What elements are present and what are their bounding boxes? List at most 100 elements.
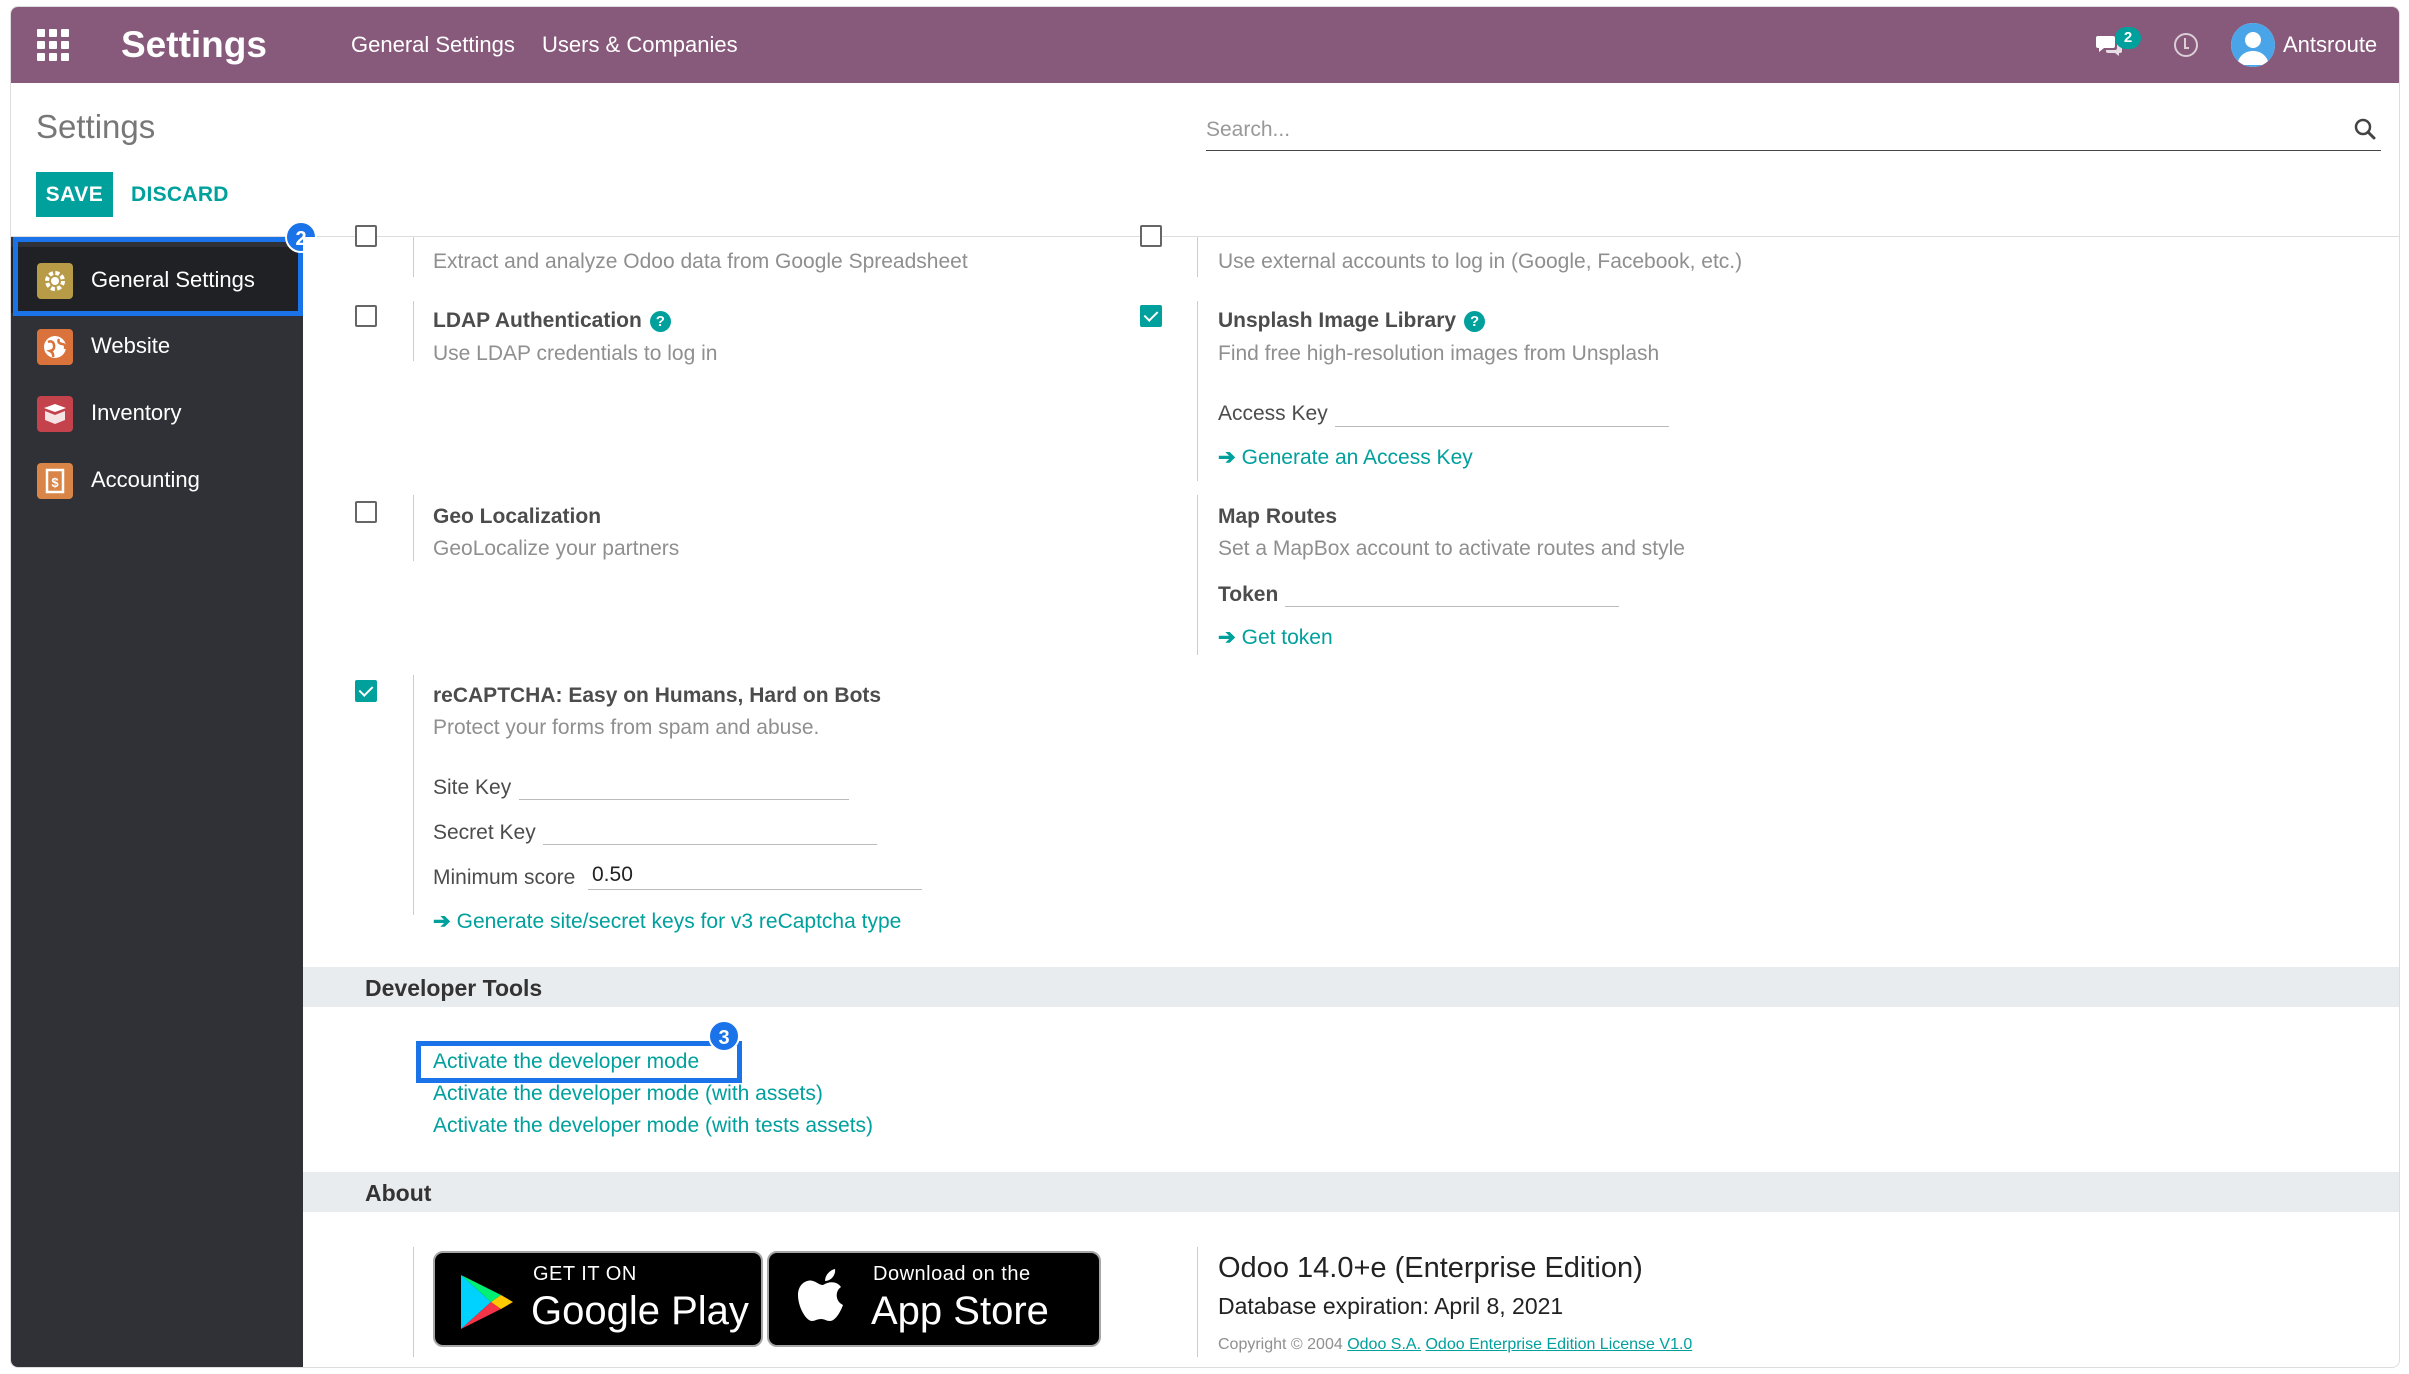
setting-divider [413,675,414,915]
license-link[interactable]: Odoo Enterprise Edition License V1.0 [1425,1336,1692,1353]
oauth-checkbox[interactable] [1140,225,1162,247]
sidebar-item-website[interactable]: Website [11,313,303,379]
search-bar [1206,109,2381,151]
google-spreadsheet-description: Extract and analyze Odoo data from Googl… [433,250,968,273]
sidebar-item-inventory[interactable]: Inventory [11,380,303,446]
setting-divider [1197,237,1198,277]
site-key-label: Site Key [433,776,512,799]
ldap-checkbox[interactable] [355,305,377,327]
activate-developer-mode-tests-link[interactable]: Activate the developer mode (with tests … [433,1114,873,1138]
minimum-score-input[interactable] [588,860,922,890]
odoo-window: Settings General Settings Users & Compan… [10,6,2400,1368]
google-play-big-text: Google Play [531,1289,749,1333]
google-play-small-text: GET IT ON [533,1263,637,1285]
page-title: Settings [36,108,156,145]
sidebar-item-label: Accounting [91,467,200,492]
access-key-label: Access Key [1218,402,1328,425]
arrow-right-icon: ➔ [433,910,451,933]
geo-localization-checkbox[interactable] [355,501,377,523]
apps-menu-icon[interactable] [37,29,69,61]
app-store-badge[interactable]: Download on the App Store [767,1251,1101,1347]
user-avatar[interactable] [2231,23,2275,67]
unsplash-description: Find free high-resolution images from Un… [1218,342,1660,365]
activate-developer-mode-assets-link[interactable]: Activate the developer mode (with assets… [433,1082,823,1106]
chat-count-badge: 2 [2115,27,2141,49]
site-key-input[interactable] [519,770,849,800]
menu-general-settings[interactable]: General Settings [351,32,515,58]
about-heading: About [365,1180,432,1206]
developer-mode-highlight-box [416,1041,742,1083]
database-expiration: Database expiration: April 8, 2021 [1218,1293,1564,1319]
ldap-title-text: LDAP Authentication [433,309,642,332]
access-key-input[interactable] [1335,397,1669,427]
generate-access-key-link[interactable]: ➔ Generate an Access Key [1218,445,1473,470]
unsplash-title-text: Unsplash Image Library [1218,309,1457,332]
developer-tools-section-header: Developer Tools [303,967,2399,1007]
sidebar-highlight-box [13,237,303,316]
arrow-right-icon: ➔ [1218,446,1236,469]
generate-recaptcha-keys-link[interactable]: ➔ Generate site/secret keys for v3 reCapt… [433,909,901,934]
google-spreadsheet-checkbox[interactable] [355,225,377,247]
globe-icon [37,329,73,365]
sidebar-item-label: Website [91,333,171,358]
top-navbar: Settings General Settings Users & Compan… [11,7,2399,83]
help-icon[interactable]: ? [1464,311,1486,332]
token-label: Token [1218,583,1279,606]
recaptcha-checkbox[interactable] [355,680,377,702]
box-icon [37,396,73,432]
google-play-badge[interactable]: GET IT ON Google Play [433,1251,763,1347]
map-routes-description: Set a MapBox account to activate routes … [1218,537,1685,560]
unsplash-checkbox[interactable] [1140,305,1162,327]
setting-divider [413,1247,414,1357]
odoo-version: Odoo 14.0+e (Enterprise Edition) [1218,1252,1643,1284]
invoice-icon: $ [37,463,73,499]
geo-localization-description: GeoLocalize your partners [433,537,680,560]
developer-tools-heading: Developer Tools [365,975,543,1001]
recaptcha-description: Protect your forms from spam and abuse. [433,716,820,739]
apple-icon [798,1269,843,1321]
copyright-line: Copyright © 2004 Odoo S.A. Odoo Enterpri… [1218,1336,1692,1354]
step-callout-badge: 3 [708,1020,740,1052]
geo-localization-title: Geo Localization [433,505,602,528]
setting-divider [413,237,414,277]
search-input[interactable] [1206,113,2306,147]
odoo-sa-link[interactable]: Odoo S.A. [1347,1336,1421,1353]
about-section-header: About [303,1172,2399,1212]
sidebar-item-label: Inventory [91,400,182,425]
get-token-link[interactable]: ➔ Get token [1218,625,1333,650]
activity-clock-icon[interactable] [2174,33,2198,57]
save-button[interactable]: SAVE [36,172,113,217]
setting-divider [413,495,414,561]
token-input[interactable] [1285,577,1619,607]
setting-divider [413,301,414,361]
user-name[interactable]: Antsroute [2283,32,2377,58]
setting-divider [1197,495,1198,655]
user-avatar-icon [2231,23,2275,67]
recaptcha-title: reCAPTCHA: Easy on Humans, Hard on Bots [433,684,882,707]
ldap-description: Use LDAP credentials to log in [433,342,718,365]
search-icon[interactable] [2353,117,2377,141]
control-panel: Settings SAVE DISCARD [11,83,2399,237]
copyright-text: Copyright © 2004 [1218,1336,1343,1353]
app-store-big-text: App Store [871,1289,1049,1333]
map-routes-title: Map Routes [1218,505,1338,528]
app-title[interactable]: Settings [121,24,267,66]
setting-divider [1197,301,1198,481]
secret-key-label: Secret Key [433,821,536,844]
generate-access-key-text: Generate an Access Key [1241,446,1473,469]
oauth-description: Use external accounts to log in (Google,… [1218,250,1743,273]
settings-sidebar: General Settings Website Inventory $ Acc… [11,237,303,1367]
help-icon[interactable]: ? [649,311,671,332]
unsplash-title: Unsplash Image Library? [1218,309,1486,333]
sidebar-item-accounting[interactable]: $ Accounting [11,447,303,513]
setting-divider [1197,1247,1198,1357]
discard-button[interactable]: DISCARD [131,183,229,207]
settings-content: Extract and analyze Odoo data from Googl… [303,225,2399,1367]
svg-text:$: $ [51,475,59,490]
secret-key-input[interactable] [543,815,877,845]
google-play-icon [461,1275,513,1329]
menu-users-companies[interactable]: Users & Companies [542,32,738,58]
get-token-text: Get token [1241,626,1333,649]
generate-recaptcha-keys-text: Generate site/secret keys for v3 reCaptc… [456,910,902,933]
ldap-title: LDAP Authentication? [433,309,671,333]
